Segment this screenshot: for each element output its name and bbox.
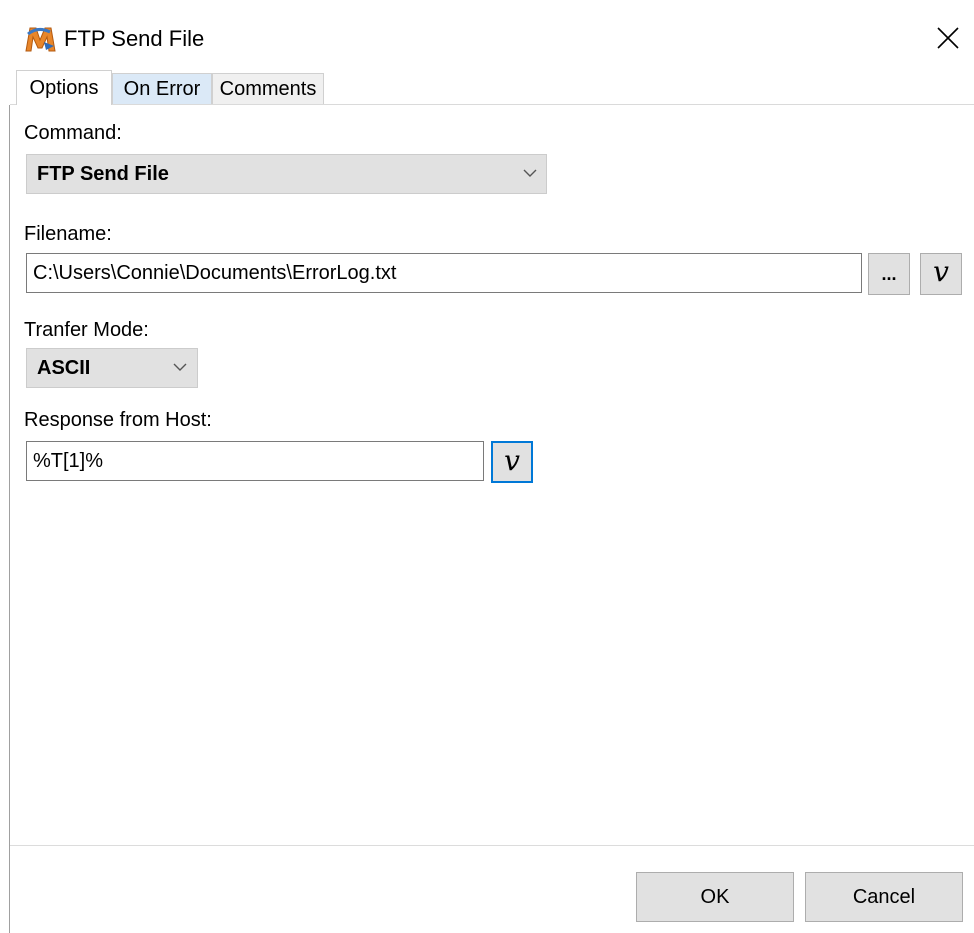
response-variable-button[interactable]: v [491,441,533,483]
window-border [9,105,10,933]
dialog-window: FTP Send File Options On Error Comments … [0,0,974,933]
tab-comments[interactable]: Comments [212,73,324,104]
command-label: Command: [24,122,122,144]
tab-on-error[interactable]: On Error [112,73,212,104]
command-dropdown[interactable]: FTP Send File [26,154,547,194]
browse-button[interactable]: ... [868,253,910,295]
close-icon [937,27,959,49]
macro-m-icon [24,24,57,54]
filename-field[interactable]: C:\Users\Connie\Documents\ErrorLog.txt [26,253,862,293]
command-value: FTP Send File [37,163,169,185]
insert-variable-button[interactable]: v [920,253,962,295]
tab-strip: Options On Error Comments [10,70,974,106]
response-label: Response from Host: [24,409,212,431]
filename-label: Filename: [24,223,112,245]
response-field[interactable]: %T[1]% [26,441,484,481]
window-title: FTP Send File [64,26,205,51]
ok-button[interactable]: OK [636,872,794,922]
chevron-down-icon [173,363,187,371]
title-bar[interactable]: FTP Send File [0,0,974,72]
chevron-down-icon [523,169,537,177]
cancel-button[interactable]: Cancel [805,872,963,922]
close-button[interactable] [924,16,972,60]
transfer-mode-value: ASCII [37,357,91,379]
footer-divider [10,845,974,846]
transfer-mode-dropdown[interactable]: ASCII [26,348,198,388]
tab-options[interactable]: Options [16,70,112,105]
transfer-mode-label: Tranfer Mode: [24,319,149,341]
